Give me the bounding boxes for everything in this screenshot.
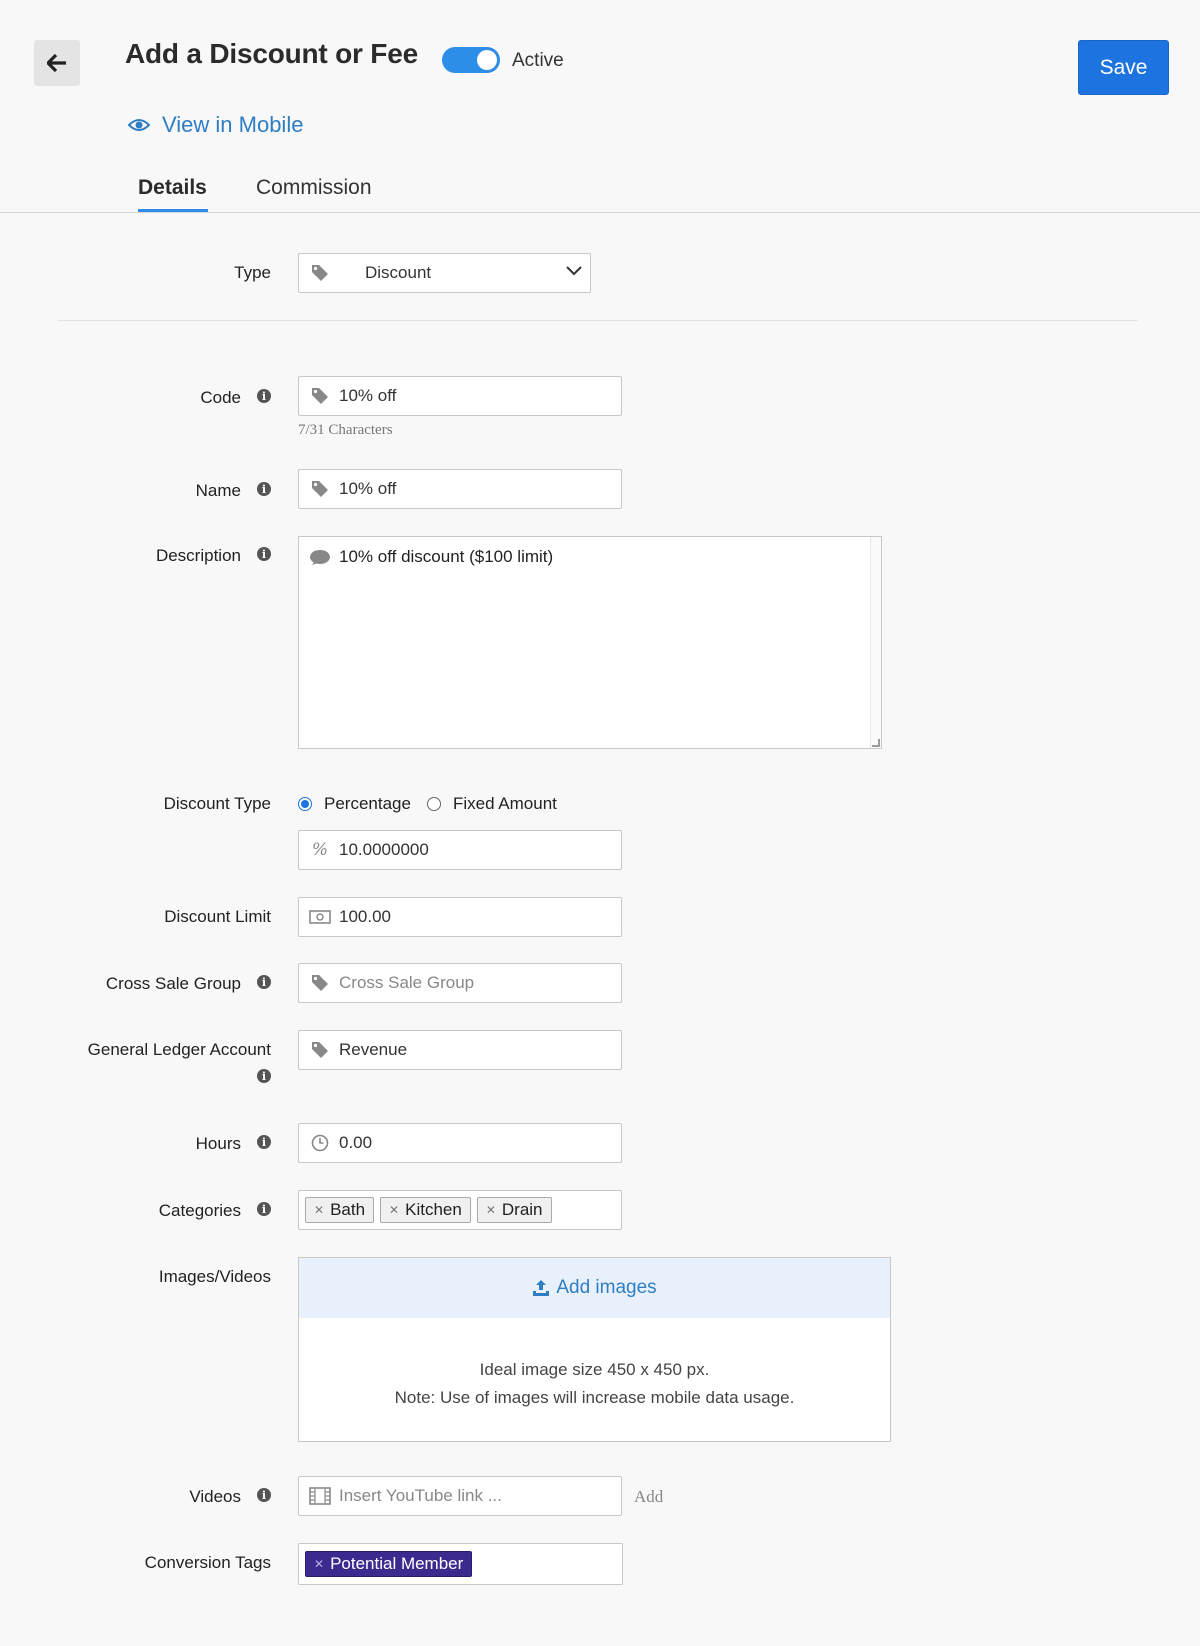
conversion-tag[interactable]: ✕ Potential Member <box>305 1551 473 1577</box>
name-info-icon[interactable]: i <box>257 482 271 496</box>
cross-sale-group-label: Cross Sale Group <box>105 974 241 993</box>
page-title: Add a Discount or Fee <box>125 38 418 69</box>
cross-sale-group-placeholder: Cross Sale Group <box>339 973 475 992</box>
name-input[interactable]: 10% off <box>298 469 622 509</box>
description-textarea[interactable]: 10% off discount ($100 limit) <box>298 536 882 749</box>
tag-icon <box>309 1039 331 1061</box>
cross-sale-group-info-icon[interactable]: i <box>257 975 271 989</box>
add-video-link[interactable]: Add <box>634 1487 663 1507</box>
conversion-tags-input[interactable]: ✕ Potential Member <box>298 1543 623 1585</box>
radio-button-checked[interactable] <box>298 797 312 811</box>
discount-type-radio-group: Percentage Fixed Amount <box>298 794 573 814</box>
radio-percentage[interactable]: Percentage <box>298 794 411 814</box>
description-label: Description <box>155 546 241 565</box>
image-size-note-line1: Ideal image size 450 x 450 px. <box>479 1360 710 1379</box>
hours-info-icon[interactable]: i <box>257 1135 271 1149</box>
arrow-left-icon <box>47 54 66 72</box>
tab-details[interactable]: Details <box>138 176 207 200</box>
category-tag-label: Bath <box>330 1200 366 1219</box>
category-tag[interactable]: ✕ Drain <box>476 1197 552 1223</box>
active-label: Active <box>512 50 564 71</box>
videos-label: Videos <box>189 1487 241 1506</box>
gl-account-input[interactable]: Revenue <box>298 1030 622 1070</box>
view-in-mobile-label: View in Mobile <box>162 112 304 137</box>
youtube-link-placeholder: Insert YouTube link ... <box>339 1486 502 1505</box>
page-header: Add a Discount or Fee Active Save View i… <box>0 0 1200 213</box>
image-size-note-line2: Note: Use of images will increase mobile… <box>394 1388 795 1407</box>
hours-input[interactable]: 0.00 <box>298 1123 622 1163</box>
discount-limit-value: 100.00 <box>339 907 391 926</box>
toggle-knob <box>477 50 497 70</box>
radio-percentage-label: Percentage <box>324 794 411 813</box>
code-character-count: 7/31 Characters <box>298 422 393 438</box>
remove-x-icon[interactable]: ✕ <box>314 1203 324 1217</box>
categories-info-icon[interactable]: i <box>257 1202 271 1216</box>
code-input[interactable]: 10% off <box>298 376 622 416</box>
hours-label: Hours <box>195 1134 241 1153</box>
code-value: 10% off <box>339 386 397 405</box>
gl-account-info-icon[interactable]: i <box>257 1069 271 1083</box>
eye-icon <box>128 119 150 131</box>
tag-icon <box>309 262 331 284</box>
conversion-tags-label: Conversion Tags <box>144 1553 271 1572</box>
radio-fixed-amount[interactable]: Fixed Amount <box>426 794 557 814</box>
active-toggle[interactable] <box>442 47 500 73</box>
money-icon <box>309 906 331 928</box>
tag-icon <box>309 478 331 500</box>
radio-fixed-amount-label: Fixed Amount <box>452 794 557 813</box>
tag-icon <box>309 972 331 994</box>
type-select-value: Discount <box>365 263 432 282</box>
code-label: Code <box>200 388 241 407</box>
name-value: 10% off <box>339 479 397 498</box>
percent-icon: % <box>311 840 329 860</box>
description-value: 10% off discount ($100 limit) <box>339 547 554 566</box>
images-videos-label: Images/Videos <box>158 1267 271 1286</box>
videos-info-icon[interactable]: i <box>257 1488 271 1502</box>
category-tag-label: Drain <box>501 1200 543 1219</box>
save-button[interactable]: Save <box>1078 40 1169 95</box>
discount-limit-input[interactable]: 100.00 <box>298 897 622 937</box>
section-divider <box>58 320 1138 321</box>
name-label: Name <box>195 481 241 500</box>
remove-x-icon[interactable]: ✕ <box>314 1557 324 1571</box>
clock-icon <box>309 1132 331 1154</box>
discount-limit-label: Discount Limit <box>164 907 271 926</box>
description-info-icon[interactable]: i <box>257 547 271 561</box>
category-tag[interactable]: ✕ Bath <box>305 1197 375 1223</box>
code-info-icon[interactable]: i <box>257 389 271 403</box>
remove-x-icon[interactable]: ✕ <box>389 1203 399 1217</box>
categories-input[interactable]: ✕ Bath ✕ Kitchen ✕ Drain <box>298 1190 622 1230</box>
category-tag-label: Kitchen <box>405 1200 462 1219</box>
chevron-down-icon <box>566 266 582 276</box>
categories-label: Categories <box>158 1201 241 1220</box>
type-label: Type <box>234 263 271 282</box>
category-tag[interactable]: ✕ Kitchen <box>380 1197 471 1223</box>
gl-account-value: Revenue <box>339 1040 408 1059</box>
tab-active-indicator <box>138 209 208 212</box>
tab-commission[interactable]: Commission <box>256 176 372 200</box>
back-button[interactable] <box>34 40 80 86</box>
comment-icon <box>309 549 331 572</box>
add-images-button[interactable]: Add images <box>299 1258 890 1318</box>
conversion-tag-label: Potential Member <box>330 1554 464 1573</box>
film-icon <box>309 1485 331 1507</box>
youtube-link-input[interactable]: Insert YouTube link ... <box>298 1476 622 1516</box>
textarea-scrollbar[interactable] <box>870 537 881 748</box>
type-select[interactable]: Discount <box>298 253 591 293</box>
remove-x-icon[interactable]: ✕ <box>486 1203 496 1217</box>
resize-handle[interactable] <box>872 739 880 747</box>
radio-button[interactable] <box>426 797 441 811</box>
discount-value: 10.0000000 <box>339 840 429 859</box>
hours-value: 0.00 <box>339 1133 373 1152</box>
tag-icon <box>309 385 331 407</box>
upload-icon <box>533 1280 550 1296</box>
discount-value-input[interactable]: % 10.0000000 <box>298 830 622 870</box>
image-upload-area: Add images Ideal image size 450 x 450 px… <box>298 1257 891 1442</box>
discount-type-label: Discount Type <box>163 794 271 813</box>
cross-sale-group-input[interactable]: Cross Sale Group <box>298 963 622 1003</box>
gl-account-label: General Ledger Account <box>87 1040 271 1059</box>
view-in-mobile-link[interactable]: View in Mobile <box>128 112 303 138</box>
add-images-label: Add images <box>556 1277 657 1298</box>
image-size-note: Ideal image size 450 x 450 px. Note: Use… <box>299 1356 890 1412</box>
